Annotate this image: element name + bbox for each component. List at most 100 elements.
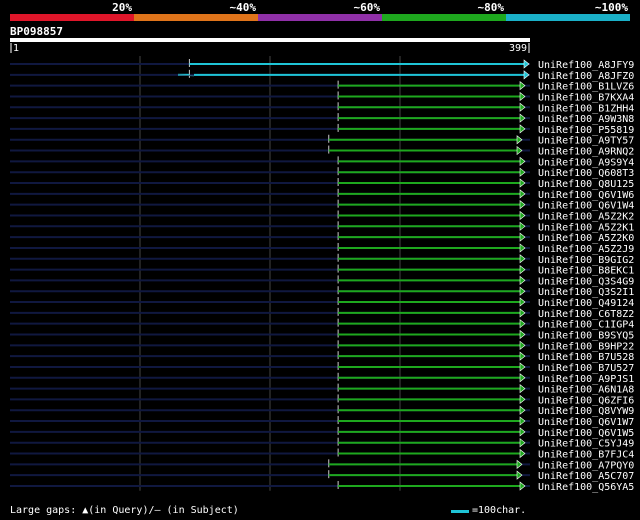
- hit-row[interactable]: UniRef100_A5Z2K1: [10, 221, 634, 233]
- hit-label[interactable]: UniRef100_A5Z2K1: [538, 222, 634, 233]
- identity-band-segment: [382, 14, 506, 21]
- hit-label[interactable]: UniRef100_B9SYQ5: [538, 331, 634, 342]
- hit-label[interactable]: UniRef100_A6N1A8: [538, 385, 634, 396]
- hit-end-arrow-icon: [519, 481, 526, 491]
- hit-row[interactable]: UniRef100_Q8VYW9: [10, 405, 634, 417]
- hit-label[interactable]: UniRef100_B7KXA4: [538, 92, 634, 103]
- hit-end-arrow-icon: [519, 297, 526, 307]
- hit-label[interactable]: UniRef100_A5Z2K0: [538, 233, 634, 244]
- hit-row[interactable]: UniRef100_Q8U125: [10, 178, 634, 190]
- hit-row[interactable]: UniRef100_B7U528: [10, 351, 634, 363]
- identity-color-band: [10, 14, 630, 21]
- hit-row[interactable]: UniRef100_B9HP22: [10, 340, 634, 352]
- hit-row[interactable]: UniRef100_A9W3N8: [10, 113, 634, 125]
- hit-label[interactable]: UniRef100_C1IGP4: [538, 320, 634, 331]
- hit-row[interactable]: UniRef100_A9TY57: [10, 134, 634, 147]
- hit-row[interactable]: UniRef100_C6T8Z2: [10, 307, 634, 320]
- hit-label[interactable]: UniRef100_A9TY57: [538, 136, 634, 147]
- hit-row[interactable]: UniRef100_B1ZHH4: [10, 102, 634, 114]
- hit-end-arrow-icon: [516, 470, 523, 480]
- hit-end-arrow-icon: [519, 275, 526, 286]
- hit-row[interactable]: UniRef100_C5YJ49: [10, 437, 634, 450]
- hit-label[interactable]: UniRef100_Q8VYW9: [538, 406, 634, 417]
- query-bar: [10, 38, 530, 42]
- hit-label[interactable]: UniRef100_Q56YA5: [538, 482, 634, 493]
- hit-row[interactable]: UniRef100_A9PJS1: [10, 372, 634, 385]
- hit-row[interactable]: UniRef100_Q49124: [10, 297, 634, 309]
- hit-label[interactable]: UniRef100_B9HP22: [538, 341, 634, 352]
- hit-label[interactable]: UniRef100_B1LVZ6: [538, 82, 634, 93]
- gap-legend: Large gaps: ▲(in Query)/— (in Subject): [10, 505, 239, 516]
- hit-label[interactable]: UniRef100_B7U527: [538, 363, 634, 374]
- hit-label[interactable]: UniRef100_B9GIG2: [538, 255, 634, 266]
- hit-row[interactable]: UniRef100_B1LVZ6: [10, 80, 634, 93]
- hit-label[interactable]: UniRef100_Q8U125: [538, 179, 634, 190]
- hit-label[interactable]: UniRef100_Q3S2I1: [538, 287, 634, 298]
- hit-label[interactable]: UniRef100_Q6V1W7: [538, 417, 634, 428]
- hit-label[interactable]: UniRef100_Q6ZFI6: [538, 395, 634, 406]
- hit-end-arrow-icon: [519, 81, 526, 91]
- hit-row[interactable]: UniRef100_A9RNQ2: [10, 145, 634, 158]
- hit-row[interactable]: UniRef100_B9GIG2: [10, 253, 634, 266]
- hit-row[interactable]: UniRef100_P55819: [10, 123, 634, 136]
- hit-label[interactable]: UniRef100_Q6V1W6: [538, 190, 634, 201]
- hit-row[interactable]: UniRef100_A7PQY0: [10, 459, 634, 471]
- hit-label[interactable]: UniRef100_A5Z2K2: [538, 211, 634, 222]
- hit-row[interactable]: UniRef100_B8EKC1: [10, 264, 634, 277]
- hit-end-arrow-icon: [519, 438, 526, 448]
- alignment-viewer: 20% ~40% ~60% ~80% ~100% BP098857 1 399 UniR…: [10, 1, 634, 493]
- hit-label[interactable]: UniRef100_B7FJC4: [538, 450, 634, 461]
- hit-row[interactable]: UniRef100_A5Z2K2: [10, 210, 634, 222]
- hit-end-arrow-icon: [519, 383, 526, 394]
- hit-label[interactable]: UniRef100_A9PJS1: [538, 374, 634, 385]
- hit-row[interactable]: UniRef100_B7FJC4: [10, 448, 634, 461]
- hit-end-arrow-icon: [519, 243, 526, 253]
- hit-label[interactable]: UniRef100_A9W3N8: [538, 114, 634, 125]
- hit-row[interactable]: UniRef100_Q6V1W5: [10, 426, 634, 439]
- identity-label: ~40%: [230, 1, 257, 14]
- hit-end-arrow-icon: [519, 124, 526, 134]
- hit-row[interactable]: UniRef100_Q3S4G9: [10, 275, 634, 287]
- hit-row[interactable]: UniRef100_Q6ZFI6: [10, 394, 634, 406]
- hit-label[interactable]: UniRef100_A5Z2J9: [538, 244, 634, 255]
- hit-label[interactable]: UniRef100_C6T8Z2: [538, 309, 634, 320]
- hit-row[interactable]: UniRef100_A8JFY9: [10, 59, 634, 71]
- hit-row[interactable]: UniRef100_Q6V1W4: [10, 199, 634, 212]
- hit-label[interactable]: UniRef100_B7U528: [538, 352, 634, 363]
- hit-label[interactable]: UniRef100_Q608T3: [538, 168, 634, 179]
- hit-row[interactable]: UniRef100_B7KXA4: [10, 91, 634, 103]
- hit-label[interactable]: UniRef100_Q3S4G9: [538, 276, 634, 287]
- hit-label[interactable]: UniRef100_A9S9Y4: [538, 157, 634, 168]
- hit-label[interactable]: UniRef100_Q6V1W4: [538, 201, 634, 212]
- hit-row[interactable]: UniRef100_A8JFZ0: [10, 69, 634, 82]
- hit-label[interactable]: UniRef100_A9RNQ2: [538, 147, 634, 158]
- hit-label[interactable]: UniRef100_A5C707: [538, 471, 634, 482]
- hit-row[interactable]: UniRef100_B9SYQ5: [10, 329, 634, 342]
- hit-end-arrow-icon: [523, 59, 530, 69]
- hit-label[interactable]: UniRef100_A8JFY9: [538, 60, 634, 71]
- hit-label[interactable]: UniRef100_Q6V1W5: [538, 428, 634, 439]
- hit-label[interactable]: UniRef100_B8EKC1: [538, 266, 634, 277]
- hit-row[interactable]: UniRef100_Q6V1W7: [10, 416, 634, 428]
- hit-row[interactable]: UniRef100_B7U527: [10, 361, 634, 374]
- hit-label[interactable]: UniRef100_P55819: [538, 125, 634, 136]
- hit-row[interactable]: UniRef100_Q6V1W6: [10, 188, 634, 201]
- hit-row[interactable]: UniRef100_Q3S2I1: [10, 286, 634, 298]
- hit-end-arrow-icon: [519, 232, 526, 242]
- identity-label: 20%: [112, 1, 132, 14]
- hit-row[interactable]: UniRef100_C1IGP4: [10, 318, 634, 331]
- hit-row[interactable]: UniRef100_Q608T3: [10, 167, 634, 179]
- hit-row[interactable]: UniRef100_A5Z2J9: [10, 242, 634, 255]
- hit-label[interactable]: UniRef100_C5YJ49: [538, 439, 634, 450]
- hit-end-arrow-icon: [523, 70, 530, 80]
- hit-label[interactable]: UniRef100_B1ZHH4: [538, 103, 634, 114]
- hit-row[interactable]: UniRef100_A9S9Y4: [10, 156, 634, 168]
- hit-row[interactable]: UniRef100_A5C707: [10, 470, 634, 482]
- hit-row[interactable]: UniRef100_A5Z2K0: [10, 232, 634, 244]
- hit-label[interactable]: UniRef100_Q49124: [538, 298, 634, 309]
- hit-row[interactable]: UniRef100_A6N1A8: [10, 383, 634, 396]
- hit-label[interactable]: UniRef100_A7PQY0: [538, 460, 634, 471]
- hit-end-arrow-icon: [519, 102, 526, 112]
- hit-label[interactable]: UniRef100_A8JFZ0: [538, 71, 634, 82]
- hit-row[interactable]: UniRef100_Q56YA5: [10, 480, 634, 493]
